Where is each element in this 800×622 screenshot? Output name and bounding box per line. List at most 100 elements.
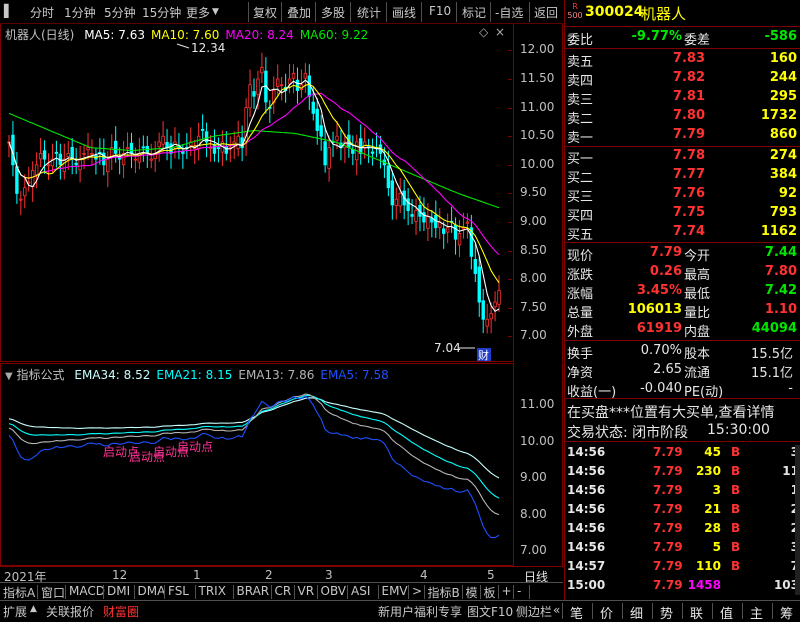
candle bbox=[327, 135, 331, 182]
quote-tab[interactable]: 细 bbox=[630, 603, 643, 622]
candle bbox=[453, 217, 458, 255]
f10-chart-button[interactable]: 图文F10 bbox=[467, 603, 513, 620]
quote-tab[interactable]: 筹 bbox=[780, 603, 793, 622]
price-tick: 12.00 bbox=[520, 42, 555, 57]
btn-draw[interactable]: 画线 bbox=[392, 4, 416, 21]
indicator-tab[interactable]: 窗口 bbox=[41, 584, 65, 601]
indicator-tab[interactable]: FSL bbox=[168, 584, 189, 598]
candle bbox=[260, 52, 264, 83]
book-row: 买二 7.77 384 bbox=[565, 166, 800, 186]
candle bbox=[268, 100, 272, 124]
up-triangle-icon[interactable]: ▲ bbox=[30, 604, 37, 614]
book-price: 7.81 bbox=[672, 89, 705, 104]
book-level-label: 卖二 bbox=[567, 112, 594, 127]
divider bbox=[164, 585, 165, 599]
quote-tab[interactable]: 值 bbox=[720, 603, 733, 622]
divider bbox=[490, 2, 491, 22]
indicator-tab[interactable]: ASI bbox=[351, 584, 370, 598]
candle bbox=[359, 124, 363, 165]
tick-time: 14:56 bbox=[567, 502, 606, 516]
indicator-tab[interactable]: OBV bbox=[321, 584, 347, 598]
more-arrow-icon[interactable]: ▼ bbox=[212, 7, 219, 17]
date-month: 12 bbox=[112, 568, 128, 582]
quote-tab[interactable]: 势 bbox=[660, 603, 673, 622]
indicator-tab[interactable]: 板 bbox=[484, 584, 496, 601]
btn-stats[interactable]: 统计 bbox=[357, 4, 381, 21]
big-order-notice[interactable]: 在买盘***位置有大买单,查看详情 bbox=[565, 401, 800, 421]
candle bbox=[390, 170, 395, 220]
sidebar-button[interactable]: 侧边栏 bbox=[516, 603, 552, 620]
stat-value: 7.80 bbox=[764, 264, 797, 279]
candle bbox=[74, 148, 78, 175]
tick-price: 7.79 bbox=[653, 502, 683, 516]
btn-remove-watch[interactable]: -自选 bbox=[495, 4, 523, 21]
indicator-tab[interactable]: 指标A bbox=[3, 584, 35, 601]
tab-intraday[interactable]: 分时 bbox=[30, 4, 54, 21]
divider bbox=[423, 585, 425, 599]
new-user-benefit-link[interactable]: 新用户福利专享 bbox=[378, 603, 462, 620]
divider bbox=[377, 585, 379, 599]
divider bbox=[270, 585, 272, 599]
candle bbox=[276, 64, 280, 98]
bottom-bar: 扩展 ▲ 关联报价 财富圈 新用户福利专享 图文F10 侧边栏 « 笔价细势联值… bbox=[0, 600, 800, 622]
btn-f10[interactable]: F10 bbox=[429, 4, 451, 18]
divider bbox=[742, 603, 743, 619]
tick-mark bbox=[508, 307, 512, 309]
quote-tab[interactable]: 笔 bbox=[570, 603, 583, 622]
indicator-tab[interactable]: TRIX bbox=[199, 584, 226, 598]
indicator-tab[interactable]: DMA bbox=[138, 584, 166, 598]
divider bbox=[712, 603, 713, 619]
candle bbox=[355, 134, 359, 176]
book-row: 买三 7.76 92 bbox=[565, 185, 800, 205]
candle bbox=[208, 135, 213, 162]
book-row: 卖五 7.83 160 bbox=[565, 50, 800, 70]
tab-5min[interactable]: 5分钟 bbox=[104, 4, 136, 21]
tab-1min[interactable]: 1分钟 bbox=[64, 4, 96, 21]
btn-back[interactable]: 返回 bbox=[534, 4, 558, 21]
btn-overlay[interactable]: 叠加 bbox=[287, 4, 311, 21]
indicator-tab[interactable]: MACD bbox=[69, 584, 105, 598]
divider bbox=[103, 585, 104, 599]
indicator-panel[interactable]: ▼ 指标公式 EMA34: 8.52 EMA21: 8.15 EMA13: 7.86… bbox=[0, 363, 514, 566]
quote-tab[interactable]: 价 bbox=[600, 603, 613, 622]
quote-tab[interactable]: 联 bbox=[690, 603, 703, 622]
candle bbox=[378, 135, 383, 169]
wealth-circle-button[interactable]: 财富圈 bbox=[103, 603, 139, 620]
tick-row: 15:00 7.79 1458 103 bbox=[565, 576, 800, 594]
candle bbox=[11, 121, 15, 177]
menu-arrow-icon[interactable]: ▌ bbox=[4, 4, 13, 18]
candle bbox=[121, 140, 126, 179]
indicator-tab[interactable]: - bbox=[517, 584, 521, 598]
indicator-tab[interactable]: EMV bbox=[382, 584, 408, 598]
indicator-tab[interactable]: 指标B bbox=[428, 584, 460, 601]
btn-mark[interactable]: 标记 bbox=[462, 4, 486, 21]
status-label: 交易状态: 闭市阶段 bbox=[567, 425, 689, 441]
quote-tab[interactable]: 主 bbox=[750, 603, 763, 622]
indicator-tab[interactable]: + bbox=[502, 584, 512, 598]
candle bbox=[50, 143, 55, 173]
btn-multistock[interactable]: 多股 bbox=[321, 4, 345, 21]
indicator-tab[interactable]: 模 bbox=[466, 584, 478, 601]
divider bbox=[528, 585, 530, 599]
stat-value: 61919 bbox=[636, 321, 682, 336]
kline-chart-panel[interactable]: 机器人(日线) MA5: 7.63 MA10: 7.60 MA20: 8.24 MA6… bbox=[0, 24, 514, 362]
divider bbox=[421, 2, 422, 22]
indicator-tab[interactable]: CR bbox=[275, 584, 292, 598]
tab-more[interactable]: 更多 bbox=[186, 4, 210, 21]
divider bbox=[133, 585, 135, 599]
scrollbar[interactable] bbox=[795, 445, 800, 595]
tick-price: 7.79 bbox=[653, 559, 683, 573]
indicator-tab[interactable]: DMI bbox=[107, 584, 130, 598]
ema34-line bbox=[8, 397, 500, 479]
expand-button[interactable]: 扩展 bbox=[3, 603, 27, 620]
chevron-left-icon[interactable]: « bbox=[553, 603, 560, 617]
stock-code: 300024 bbox=[585, 4, 644, 20]
related-quotes-button[interactable]: 关联报价 bbox=[46, 603, 94, 620]
indicator-tab[interactable]: > bbox=[412, 584, 422, 598]
btn-fuquan[interactable]: 复权 bbox=[253, 4, 277, 21]
indicator-tab[interactable]: VR bbox=[298, 584, 315, 598]
indicator-tab[interactable]: BRAR bbox=[237, 584, 270, 598]
book-volume: 1732 bbox=[760, 108, 797, 123]
tab-15min[interactable]: 15分钟 bbox=[142, 4, 181, 21]
notice-text[interactable]: 在买盘***位置有大买单,查看详情 bbox=[567, 402, 774, 422]
